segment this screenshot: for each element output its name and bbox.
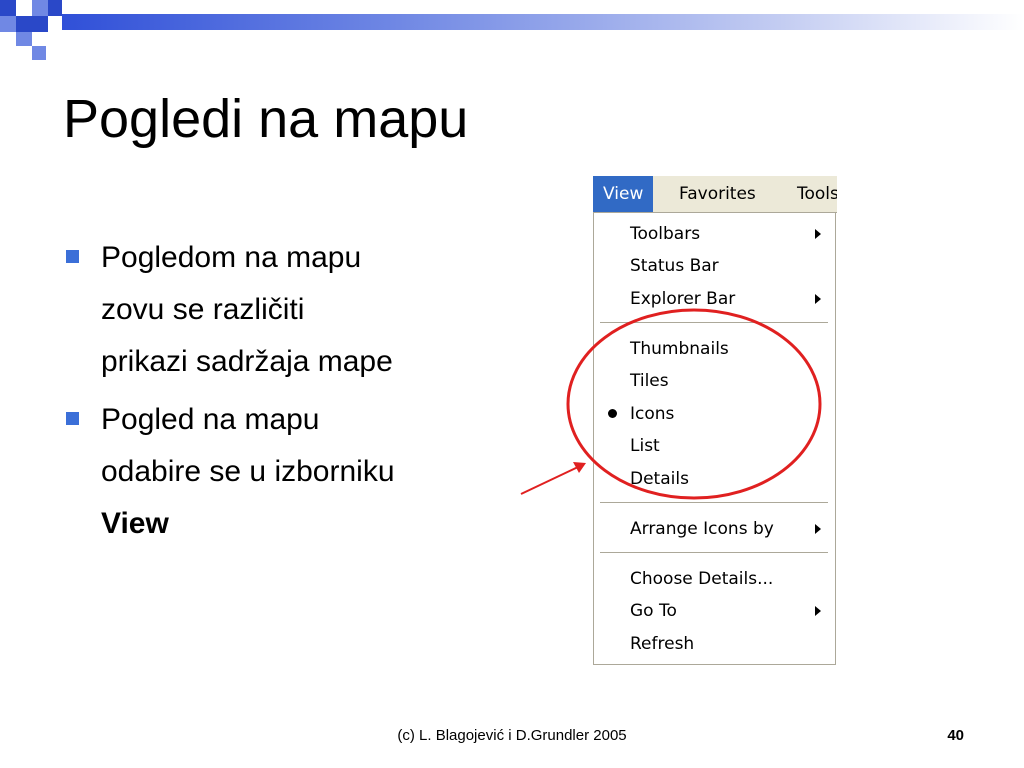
menu-item-details[interactable]: Details xyxy=(630,469,689,489)
deco-square xyxy=(48,16,62,32)
view-menu-screenshot: View Favorites Tools Toolbars Status Bar… xyxy=(593,176,837,665)
deco-square xyxy=(16,0,32,16)
menu-separator xyxy=(600,502,828,503)
bullet-square-icon xyxy=(66,412,79,425)
slide-title: Pogledi na mapu xyxy=(63,89,469,149)
deco-square xyxy=(16,32,32,46)
menu-item-status-bar[interactable]: Status Bar xyxy=(630,256,719,276)
header-gradient-bar xyxy=(62,14,1024,30)
menu-item-refresh[interactable]: Refresh xyxy=(630,634,694,654)
slide-footer: (c) L. Blagojević i D.Grundler 2005 xyxy=(397,727,627,744)
bullet-text-line: zovu se različiti xyxy=(101,293,305,326)
menu-item-icons[interactable]: Icons xyxy=(630,404,674,424)
selected-radio-dot-icon xyxy=(608,409,617,418)
header-decoration xyxy=(0,0,1024,62)
menu-tools[interactable]: Tools xyxy=(787,176,837,212)
deco-square xyxy=(16,16,32,32)
deco-square xyxy=(0,0,16,16)
submenu-arrow-icon xyxy=(815,524,821,534)
deco-square xyxy=(32,46,46,60)
menu-separator xyxy=(600,322,828,323)
menu-item-toolbars[interactable]: Toolbars xyxy=(630,224,700,244)
bullet-text-line: Pogledom na mapu xyxy=(101,241,362,274)
bullet-list: Pogledom na mapu zovu se različiti prika… xyxy=(66,232,506,552)
submenu-arrow-icon xyxy=(815,229,821,239)
submenu-arrow-icon xyxy=(815,606,821,616)
deco-square xyxy=(32,16,48,32)
bullet-text-line: Pogled na mapu xyxy=(101,403,320,436)
bullet-text-line: odabire se u izborniku xyxy=(101,455,395,488)
menu-bar: View Favorites Tools xyxy=(593,176,837,213)
deco-square xyxy=(48,0,62,16)
submenu-arrow-icon xyxy=(815,294,821,304)
menu-view[interactable]: View xyxy=(593,176,654,212)
menu-favorites[interactable]: Favorites xyxy=(669,176,766,212)
bullet-text-line: prikazi sadržaja mape xyxy=(101,345,393,378)
menu-item-go-to[interactable]: Go To xyxy=(630,601,677,621)
page-number: 40 xyxy=(947,727,964,744)
bullet-item: Pogledom na mapu zovu se različiti prika… xyxy=(66,232,506,388)
menu-item-arrange-icons-by[interactable]: Arrange Icons by xyxy=(630,519,774,539)
menu-item-thumbnails[interactable]: Thumbnails xyxy=(630,339,729,359)
bullet-bold-text: View xyxy=(101,507,169,540)
deco-square xyxy=(0,16,16,32)
menu-item-list[interactable]: List xyxy=(630,436,660,456)
deco-square xyxy=(32,32,48,46)
menu-separator xyxy=(600,552,828,553)
menu-item-tiles[interactable]: Tiles xyxy=(630,371,669,391)
menu-item-choose-details[interactable]: Choose Details... xyxy=(630,569,773,589)
deco-square xyxy=(32,0,48,16)
bullet-square-icon xyxy=(66,250,79,263)
pointer-arrowhead-icon xyxy=(573,462,586,473)
bullet-item: Pogled na mapu odabire se u izborniku Vi… xyxy=(66,394,506,550)
view-dropdown-menu: Toolbars Status Bar Explorer Bar Thumbna… xyxy=(593,212,836,665)
menu-item-explorer-bar[interactable]: Explorer Bar xyxy=(630,289,735,309)
pointer-arrow-line xyxy=(520,466,579,495)
